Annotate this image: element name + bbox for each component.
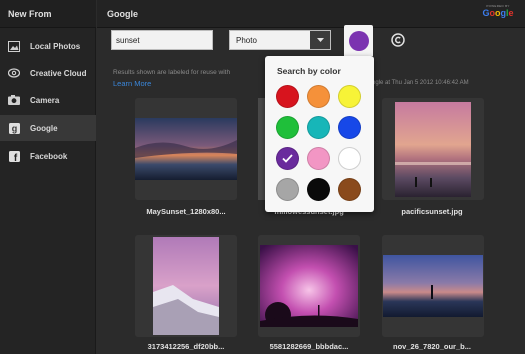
sidebar-item-label: Facebook [30,151,68,161]
learn-more-link[interactable]: Learn More [113,79,151,88]
result-thumbnail [395,101,471,197]
sidebar-item-label: Creative Cloud [30,68,87,78]
sidebar-item-creative-cloud[interactable]: Creative Cloud [0,60,96,86]
color-swatch-brown[interactable] [338,178,361,201]
result-caption: MaySunset_1280x80... [146,207,226,216]
search-input[interactable] [111,30,213,50]
sidebar-item-google[interactable]: g Google [0,115,96,141]
svg-text:g: g [11,123,17,133]
result-tile[interactable] [382,235,484,337]
result-caption: nov_26_7820_our_b... [393,342,471,351]
results-timestamp-text: ogle at Thu Jan 5 2012 10:46:42 AM [372,80,469,86]
header-bar: Google POWERED BY Google [97,0,525,28]
selected-color-swatch [348,30,369,51]
result-thumbnail [383,255,483,317]
license-filter-button[interactable] [390,32,406,48]
sidebar-item-facebook[interactable]: f Facebook [0,143,96,169]
result-tile[interactable] [382,98,484,200]
color-swatch-green[interactable] [276,116,299,139]
facebook-icon: f [8,150,20,162]
image-icon [8,40,20,52]
color-swatch-yellow[interactable] [338,85,361,108]
page-title: Google [107,9,138,19]
result-caption: 5581282669_bbbdac... [269,342,349,351]
google-icon: g [8,122,20,134]
sidebar-item-label: Local Photos [30,41,81,51]
color-swatch-gray[interactable] [276,178,299,201]
powered-by-google-logo: POWERED BY Google [482,4,514,18]
color-filter-button[interactable] [344,25,373,56]
sidebar-item-label: Camera [30,95,60,105]
color-picker-popup: Search by color [265,56,374,212]
sidebar-item-label: Google [30,123,58,133]
color-swatch-blue[interactable] [338,116,361,139]
color-swatch-black[interactable] [307,178,330,201]
sidebar-item-camera[interactable]: Camera [0,87,96,113]
results-info-text: Results shown are labeled for reuse with [113,69,231,76]
result-tile[interactable] [135,235,237,337]
result-tile[interactable] [258,235,360,337]
camera-icon [8,94,20,106]
result-thumbnail [135,118,237,180]
result-thumbnail [260,245,358,327]
color-swatch-teal[interactable] [307,116,330,139]
result-tile[interactable] [135,98,237,200]
color-swatch-purple[interactable] [276,147,299,170]
result-caption: 3173412256_df20bb... [147,342,225,351]
sidebar-title: New From [0,0,96,28]
checkmark-icon [282,154,293,163]
color-swatch-orange[interactable] [307,85,330,108]
result-thumbnail [153,237,219,335]
color-swatch-red[interactable] [276,85,299,108]
image-type-value: Photo [236,36,257,45]
image-type-select[interactable]: Photo [229,30,331,50]
copyright-icon [391,33,405,47]
color-swatch-pink[interactable] [307,147,330,170]
sidebar-item-local-photos[interactable]: Local Photos [0,33,96,59]
color-swatch-white[interactable] [338,147,361,170]
color-picker-title: Search by color [277,66,341,76]
result-caption: pacificsunset.jpg [401,207,463,216]
creative-cloud-icon [8,67,20,79]
sidebar: New From Local Photos Creative Cloud Cam… [0,0,96,354]
dropdown-arrow-icon [310,31,330,49]
